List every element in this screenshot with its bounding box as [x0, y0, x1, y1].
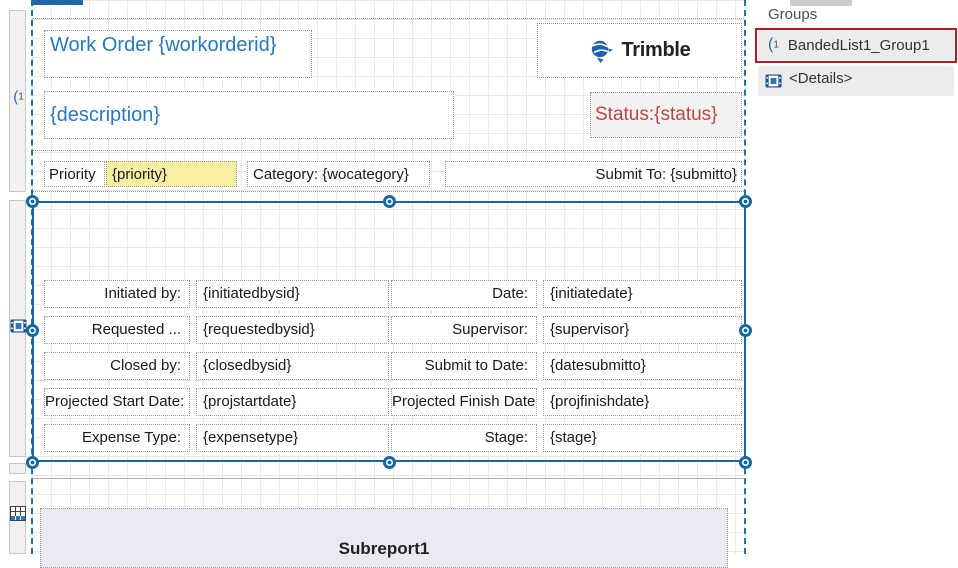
trimble-logo-icon [588, 38, 614, 64]
submit-to-field[interactable]: Submit To: {submitto} [445, 161, 742, 187]
resize-handle-mid-left[interactable] [26, 324, 39, 337]
work-order-title-text: Work Order {workorderid} [50, 34, 276, 56]
details-band-icon [765, 74, 782, 88]
work-order-title-field[interactable]: Work Order {workorderid} [44, 30, 312, 78]
band-separator-mid [33, 150, 744, 151]
group-item-details[interactable]: <Details> [758, 66, 954, 96]
section-divider-line [33, 478, 744, 479]
group-number: 1 [18, 91, 24, 102]
priority-value-field[interactable]: {priority} [106, 161, 237, 187]
group-item-label: BandedList1_Group1 [788, 37, 930, 54]
report-designer: (1 Work Order {workorderid} [0, 0, 958, 554]
data-table-band-icon[interactable] [10, 506, 26, 526]
group-band-marker[interactable]: (1 [9, 88, 28, 106]
category-text: Category: {wocategory} [253, 166, 409, 183]
group-item-label: <Details> [789, 70, 852, 87]
subreport-label: Subreport1 [41, 539, 727, 559]
resize-handle-top-right[interactable] [739, 195, 752, 208]
band-strip-footer[interactable] [9, 463, 26, 474]
resize-handle-bottom-center[interactable] [383, 456, 396, 469]
resize-handle-bottom-left[interactable] [26, 456, 39, 469]
designer-tab[interactable] [33, 0, 83, 5]
details-band-icon[interactable] [10, 319, 27, 338]
priority-value-text: {priority} [112, 166, 167, 183]
description-text: {description} [50, 104, 160, 126]
logo-wordmark: Trimble [621, 39, 690, 62]
subreport-element[interactable]: Subreport1 [40, 508, 728, 568]
status-field[interactable]: Status:{status} [590, 92, 742, 138]
banded-list-selection[interactable] [32, 201, 746, 462]
category-field[interactable]: Category: {wocategory} [247, 161, 430, 187]
resize-handle-bottom-right[interactable] [739, 456, 752, 469]
groups-panel-title: Groups [768, 6, 817, 23]
band-separator-bottom [33, 191, 744, 192]
resize-handle-mid-right[interactable] [739, 324, 752, 337]
group-bracket-icon: (1 [768, 36, 779, 54]
resize-handle-top-center[interactable] [383, 195, 396, 208]
band-separator-top [33, 18, 744, 19]
priority-label-text: Priority [49, 166, 96, 183]
resize-handle-top-left[interactable] [26, 195, 39, 208]
status-text: Status:{status} [595, 104, 718, 126]
submit-to-text: Submit To: {submitto} [596, 166, 737, 183]
group-item-bandedlist1-group1[interactable]: (1 BandedList1_Group1 [758, 31, 954, 60]
priority-label-field[interactable]: Priority [44, 161, 105, 187]
logo-field[interactable]: Trimble [537, 23, 742, 78]
description-field[interactable]: {description} [44, 91, 454, 139]
